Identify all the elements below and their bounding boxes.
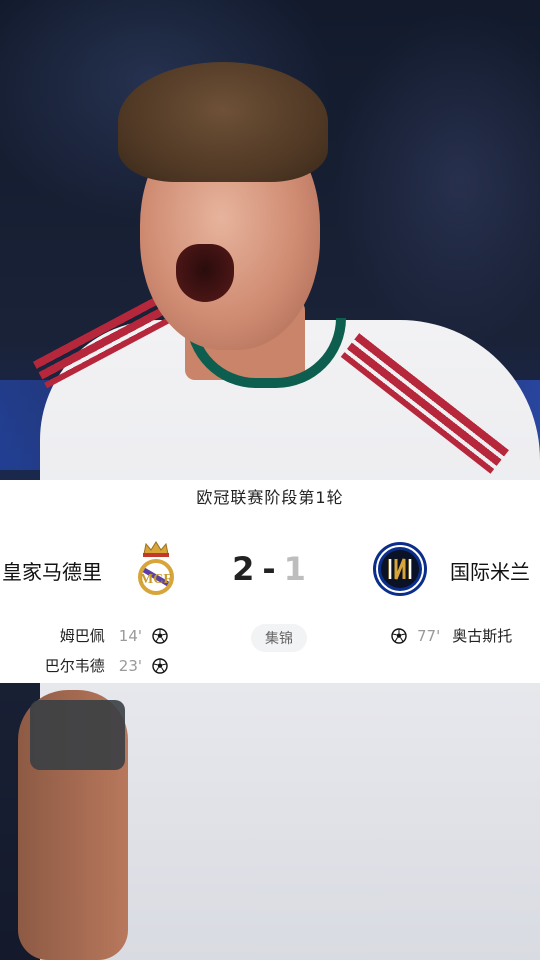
goal-scorer: 姆巴佩	[59, 627, 105, 645]
inter-milan-crest[interactable]	[372, 541, 428, 597]
soccer-ball-icon	[391, 627, 407, 644]
player-hair	[118, 62, 328, 182]
soccer-ball-icon	[152, 657, 168, 674]
goal-minute: 14'	[118, 626, 142, 645]
competition-stage: 欧冠联赛阶段第1轮	[196, 488, 344, 507]
score-separator: -	[262, 550, 278, 588]
goal-minute: 77'	[417, 626, 441, 645]
away-goal-1: 77' 奥古斯托	[391, 625, 512, 646]
home-goal-1: 姆巴佩 14'	[60, 625, 168, 646]
highlights-button[interactable]: 集锦	[251, 624, 307, 652]
player-armband	[30, 700, 125, 770]
goal-scorer: 巴尔韦德	[44, 657, 105, 675]
match-score-card[interactable]: 欧冠联赛阶段第1轮 皇家马德里 MCF 2-1 国际米兰 集锦 姆巴佩 14' …	[0, 480, 540, 683]
soccer-ball-icon	[152, 627, 168, 644]
goal-scorer: 奥古斯托	[452, 627, 513, 645]
player-mouth	[176, 244, 234, 302]
goal-minute: 23'	[118, 656, 142, 675]
home-score: 2	[232, 550, 257, 588]
away-score: 1	[283, 550, 308, 588]
away-team-name[interactable]: 国际米兰	[450, 556, 530, 585]
home-goal-2: 巴尔韦德 23'	[45, 655, 168, 676]
